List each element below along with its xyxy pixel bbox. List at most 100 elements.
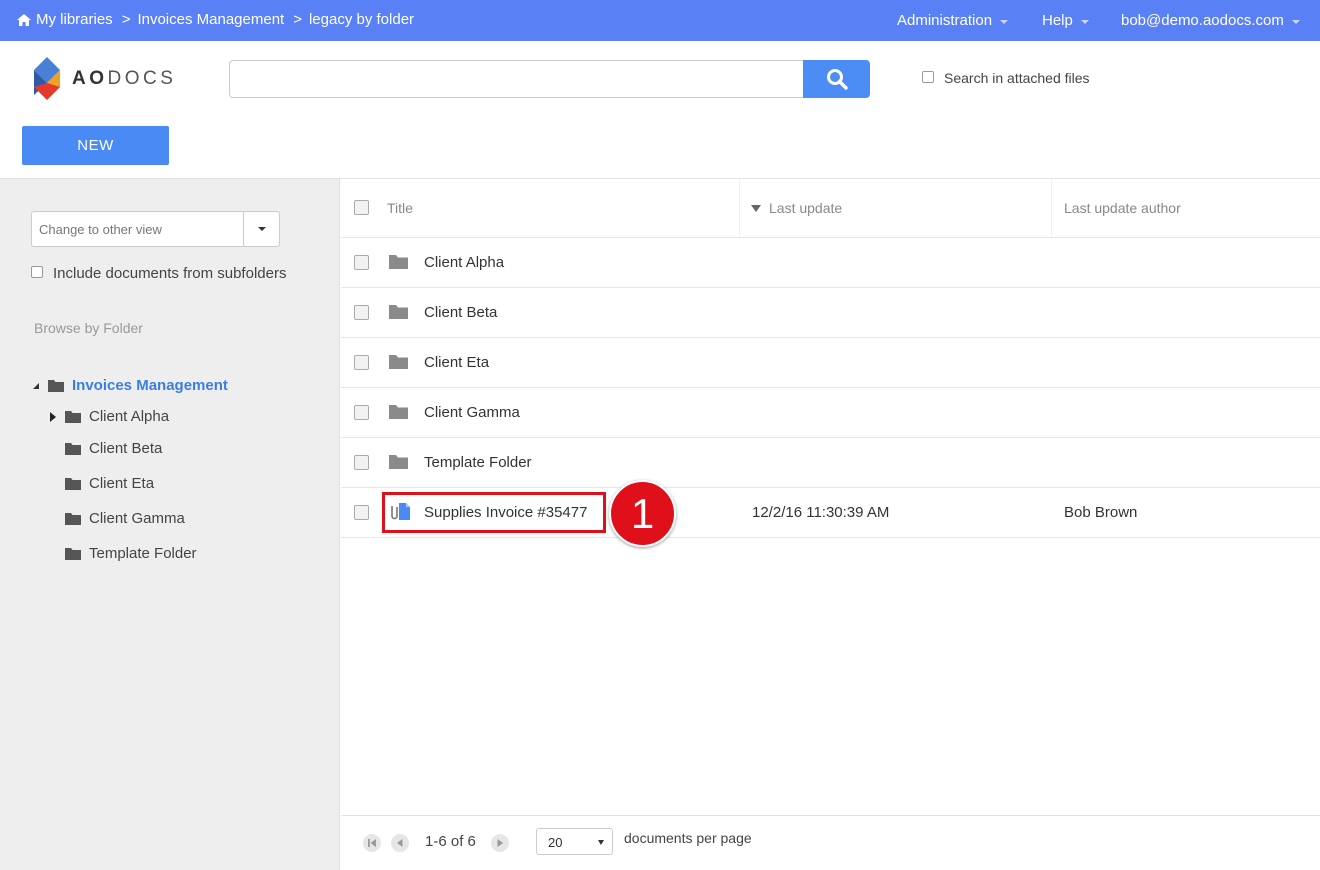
view-select[interactable]: Change to other view [31,211,244,247]
sidebar: Change to other view Include documents f… [0,179,340,870]
aodocs-logo-icon [34,57,60,100]
home-icon[interactable] [16,13,32,27]
include-subfolders-label: Include documents from subfolders [53,265,287,282]
column-last-update[interactable]: Last update [751,200,842,216]
folder-icon [389,255,408,269]
row-author: Bob Brown [1064,504,1138,521]
tree-item-label: Client Eta [89,475,155,492]
previous-page-button[interactable] [391,834,409,852]
search-button[interactable] [803,60,870,98]
row-title[interactable]: Client Gamma [424,404,520,421]
folder-icon [65,443,81,455]
breadcrumb-invoices-management[interactable]: Invoices Management [137,11,284,28]
caret-down-icon [257,227,266,231]
folder-icon [65,411,81,423]
annotation-highlight-box [382,492,606,533]
view-dropdown-button[interactable] [243,211,280,247]
aodocs-logo[interactable]: AODOCS [32,57,176,101]
row-title[interactable]: Client Alpha [424,254,504,271]
caret-down-icon [598,840,604,845]
top-bar: My libraries > Invoices Management > leg… [0,0,1320,41]
logo-text: AODOCS [72,68,176,90]
breadcrumb-separator: > [293,11,302,28]
tree-item-label: Client Alpha [89,408,170,425]
include-subfolders-checkbox[interactable] [31,266,43,278]
annotation-callout-badge: 1 [609,480,676,547]
table-row[interactable]: Client Beta [341,288,1320,338]
new-button[interactable]: NEW [22,126,169,165]
search-attached-label: Search in attached files [944,70,1090,86]
column-divider [739,179,740,237]
tree-item-client-alpha[interactable]: Client Alpha [47,408,169,425]
search-input[interactable] [229,60,804,98]
chevron-down-icon [1291,19,1300,24]
row-checkbox[interactable] [354,455,369,470]
pagination-bar: 1-6 of 6 20 documents per page [341,815,1320,870]
tree-item-label: Client Beta [89,440,163,457]
column-last-update-label: Last update [769,200,843,216]
column-last-update-author[interactable]: Last update author [1064,200,1181,216]
page-range: 1-6 of 6 [425,833,476,850]
tree-item-client-gamma[interactable]: Client Gamma [65,510,185,527]
search-icon [826,69,848,90]
next-page-button[interactable] [491,834,509,852]
column-title[interactable]: Title [387,200,413,216]
column-divider [1051,179,1052,237]
sort-desc-icon [751,204,761,212]
row-title[interactable]: Client Beta [424,304,497,321]
breadcrumb-legacy-by-folder[interactable]: legacy by folder [309,11,414,28]
folder-icon [389,305,408,319]
administration-menu[interactable]: Administration [897,12,1009,29]
tree-item-label: Template Folder [89,545,197,562]
folder-icon [48,380,64,392]
per-page-value: 20 [548,835,563,850]
row-checkbox[interactable] [354,505,369,520]
table-row[interactable]: Client Gamma [341,388,1320,438]
table-row[interactable]: Client Alpha [341,238,1320,288]
previous-page-icon [397,839,403,847]
first-page-icon [368,839,376,847]
row-title[interactable]: Client Eta [424,354,489,371]
chevron-down-icon [1000,19,1009,24]
administration-label: Administration [897,12,993,29]
row-last-update: 12/2/16 11:30:39 AM [752,504,890,521]
row-checkbox[interactable] [354,405,369,420]
list-header: Title Last update Last update author [341,179,1320,238]
folder-icon [65,548,81,560]
first-page-button[interactable] [363,834,381,852]
select-all-checkbox[interactable] [354,200,369,215]
help-label: Help [1042,12,1073,29]
user-email: bob@demo.aodocs.com [1121,12,1284,29]
table-row[interactable]: Supplies Invoice #35477 12/2/16 11:30:39… [341,480,1320,547]
folder-icon [389,405,408,419]
folder-icon [65,478,81,490]
browse-by-folder-label: Browse by Folder [34,320,143,336]
tree-item-template-folder[interactable]: Template Folder [65,545,197,562]
row-checkbox[interactable] [354,255,369,270]
chevron-down-icon [1080,19,1089,24]
tree-item-client-eta[interactable]: Client Eta [65,475,154,492]
breadcrumb: My libraries > Invoices Management > leg… [16,11,414,28]
row-title[interactable]: Template Folder [424,454,532,471]
tree-root-invoices-management[interactable]: Invoices Management [30,377,228,394]
per-page-select[interactable]: 20 [536,828,613,855]
breadcrumb-my-libraries[interactable]: My libraries [36,11,113,28]
row-checkbox[interactable] [354,355,369,370]
document-list: Title Last update Last update author Cli… [341,179,1320,870]
next-page-icon [497,839,503,847]
table-row[interactable]: Client Eta [341,338,1320,388]
breadcrumb-separator: > [121,11,131,28]
search-attached-checkbox[interactable] [922,71,934,83]
tree-collapse-icon[interactable] [32,382,40,390]
tree-item-client-beta[interactable]: Client Beta [65,440,162,457]
tree-expand-icon[interactable] [50,411,56,422]
tree-root-label: Invoices Management [72,377,228,394]
logo-text-ao: AO [72,68,108,89]
folder-icon [65,513,81,525]
table-row[interactable]: Template Folder [341,438,1320,488]
user-menu[interactable]: bob@demo.aodocs.com [1121,12,1300,29]
row-checkbox[interactable] [354,305,369,320]
tree-item-label: Client Gamma [89,510,185,527]
folder-icon [389,355,408,369]
help-menu[interactable]: Help [1042,12,1089,29]
